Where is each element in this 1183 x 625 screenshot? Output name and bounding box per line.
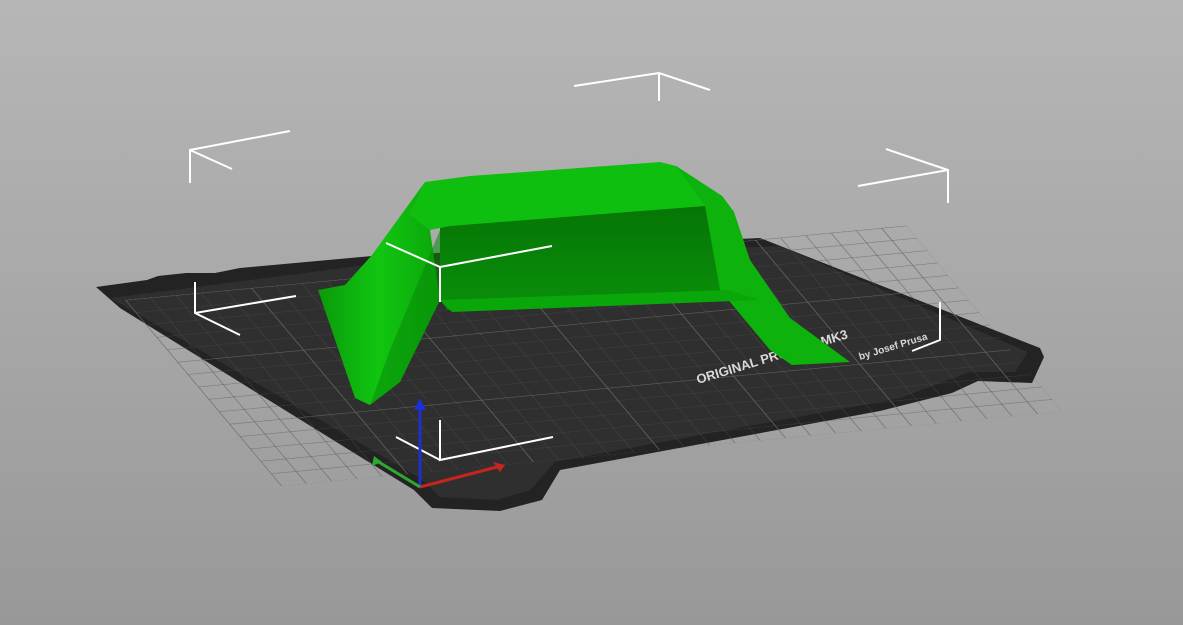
build-plate: ORIGINAL PRUSA i3 MK3 by Josef Prusa (96, 225, 1063, 511)
3d-viewport[interactable]: ORIGINAL PRUSA i3 MK3 by Josef Prusa (0, 0, 1183, 625)
scene-canvas[interactable]: ORIGINAL PRUSA i3 MK3 by Josef Prusa (0, 0, 1183, 625)
